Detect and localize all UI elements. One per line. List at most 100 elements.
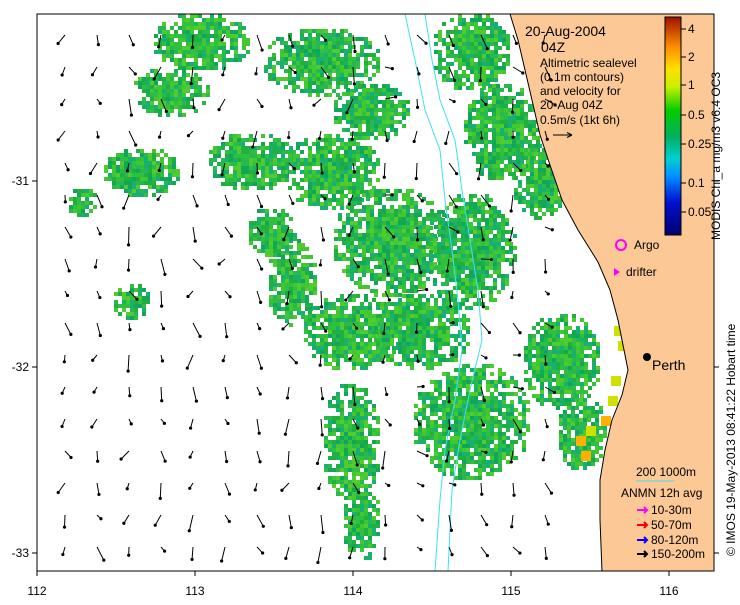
- chl-pixel: [261, 146, 265, 150]
- chl-pixel: [524, 152, 528, 156]
- chl-pixel: [568, 374, 572, 378]
- chl-pixel: [336, 464, 340, 468]
- chl-pixel: [344, 29, 348, 33]
- chl-pixel: [152, 153, 156, 157]
- chl-pixel: [234, 54, 238, 58]
- chl-pixel: [344, 37, 348, 41]
- chl-pixel: [292, 41, 296, 45]
- chl-pixel: [466, 376, 470, 380]
- chl-pixel: [528, 354, 532, 358]
- chl-pixel: [552, 362, 556, 366]
- chl-pixel: [580, 366, 584, 370]
- chl-pixel: [230, 46, 234, 50]
- chl-pixel: [140, 153, 144, 157]
- chl-pixel: [358, 112, 362, 116]
- chl-pixel: [344, 178, 348, 182]
- chl-pixel: [358, 100, 362, 104]
- chl-pixel: [493, 242, 497, 246]
- chl-pixel: [402, 346, 406, 350]
- chl-pixel: [482, 440, 486, 444]
- chl-pixel: [162, 97, 166, 101]
- chl-pixel: [376, 306, 380, 310]
- chl-pixel: [457, 278, 461, 282]
- chl-pixel: [434, 354, 438, 358]
- chl-pixel: [510, 424, 514, 428]
- chl-pixel: [437, 242, 441, 246]
- chl-pixel: [501, 282, 505, 286]
- chl-pixel: [402, 261, 406, 265]
- chl-pixel: [508, 164, 512, 168]
- chl-pixel: [458, 54, 462, 58]
- chl-pixel: [512, 116, 516, 120]
- chl-pixel: [364, 170, 368, 174]
- chl-pixel: [500, 152, 504, 156]
- chl-pixel: [534, 152, 538, 156]
- chl-pixel: [522, 440, 526, 444]
- chl-pixel: [422, 432, 426, 436]
- chl-pixel: [500, 172, 504, 176]
- chl-pixel: [112, 177, 116, 181]
- chl-pixel: [293, 263, 297, 267]
- chl-pixel: [497, 270, 501, 274]
- chl-pixel: [370, 96, 374, 100]
- chl-pixel: [538, 176, 542, 180]
- chl-pixel: [356, 520, 360, 524]
- chl-pixel: [304, 138, 308, 142]
- chl-pixel: [360, 45, 364, 49]
- chl-pixel: [364, 492, 368, 496]
- chl-pixel: [293, 255, 297, 259]
- chl-pixel: [297, 283, 301, 287]
- chl-pixel: [214, 22, 218, 26]
- chl-pixel: [398, 257, 402, 261]
- chl-pixel: [328, 162, 332, 166]
- chl-pixel: [356, 420, 360, 424]
- chl-pixel: [465, 258, 469, 262]
- chl-pixel: [572, 318, 576, 322]
- chl-pixel: [350, 120, 354, 124]
- chl-pixel: [474, 62, 478, 66]
- chl-pixel: [534, 176, 538, 180]
- chl-pixel: [592, 374, 596, 378]
- chl-pixel: [332, 366, 336, 370]
- chl-pixel: [360, 186, 364, 190]
- chl-pixel: [504, 120, 508, 124]
- chl-pixel: [356, 65, 360, 69]
- chl-pixel: [470, 70, 474, 74]
- chl-pixel: [372, 65, 376, 69]
- chl-pixel: [234, 22, 238, 26]
- chl-pixel: [132, 165, 136, 169]
- chl-pixel: [484, 112, 488, 116]
- chl-pixel: [229, 138, 233, 142]
- chl-pixel: [174, 50, 178, 54]
- chl-pixel: [370, 128, 374, 132]
- chl-pixel: [332, 190, 336, 194]
- chl-pixel: [502, 62, 506, 66]
- chl-pixel: [418, 436, 422, 440]
- chl-pixel: [458, 464, 462, 468]
- chl-pixel: [482, 82, 486, 86]
- chl-pixel: [170, 50, 174, 54]
- chl-pixel: [316, 85, 320, 89]
- chl-pixel: [340, 456, 344, 460]
- chl-pixel: [356, 318, 360, 322]
- chl-pixel: [356, 330, 360, 334]
- chl-pixel: [476, 116, 480, 120]
- chl-pixel: [493, 286, 497, 290]
- chl-pixel: [560, 338, 564, 342]
- chl-pixel: [362, 88, 366, 92]
- chl-pixel: [320, 350, 324, 354]
- chl-pixel: [112, 165, 116, 169]
- chl-pixel: [354, 132, 358, 136]
- chl-pixel: [225, 142, 229, 146]
- chl-pixel: [344, 194, 348, 198]
- chl-pixel: [308, 174, 312, 178]
- chl-pixel: [140, 173, 144, 177]
- chl-pixel: [402, 330, 406, 334]
- chl-pixel: [312, 318, 316, 322]
- chl-pixel: [446, 78, 450, 82]
- chl-pixel: [426, 362, 430, 366]
- chl-pixel: [285, 315, 289, 319]
- chl-pixel: [328, 170, 332, 174]
- chl-pixel: [501, 238, 505, 242]
- chl-pixel: [376, 61, 380, 65]
